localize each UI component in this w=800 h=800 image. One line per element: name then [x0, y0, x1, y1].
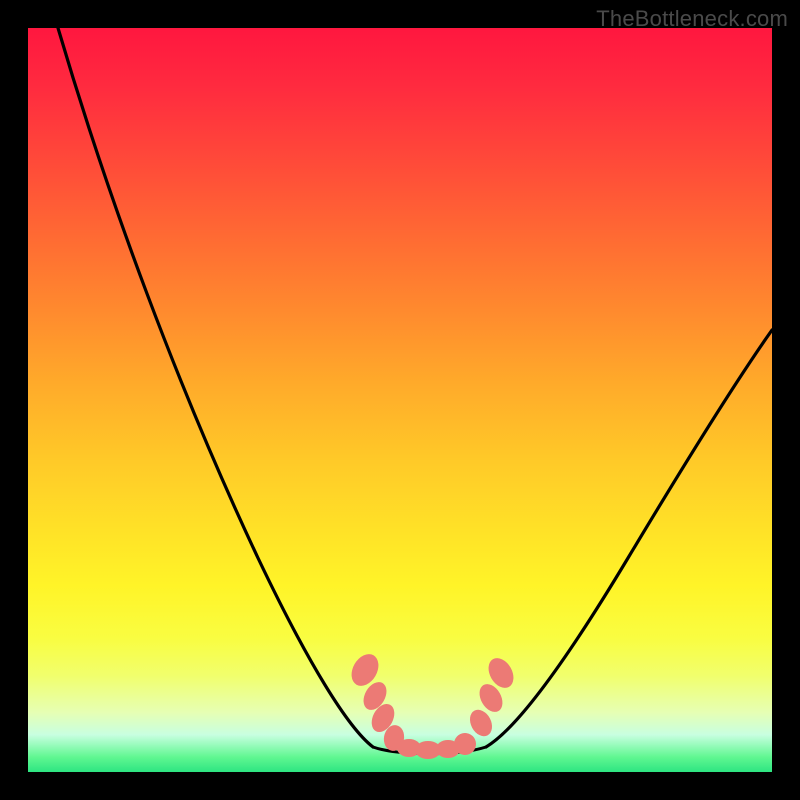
watermark-text: TheBottleneck.com — [596, 6, 788, 32]
chart-frame: TheBottleneck.com — [0, 0, 800, 800]
curve-left-arm — [58, 28, 373, 747]
plot-area — [28, 28, 772, 772]
bottleneck-curve — [28, 28, 772, 772]
curve-right-arm — [486, 330, 772, 747]
